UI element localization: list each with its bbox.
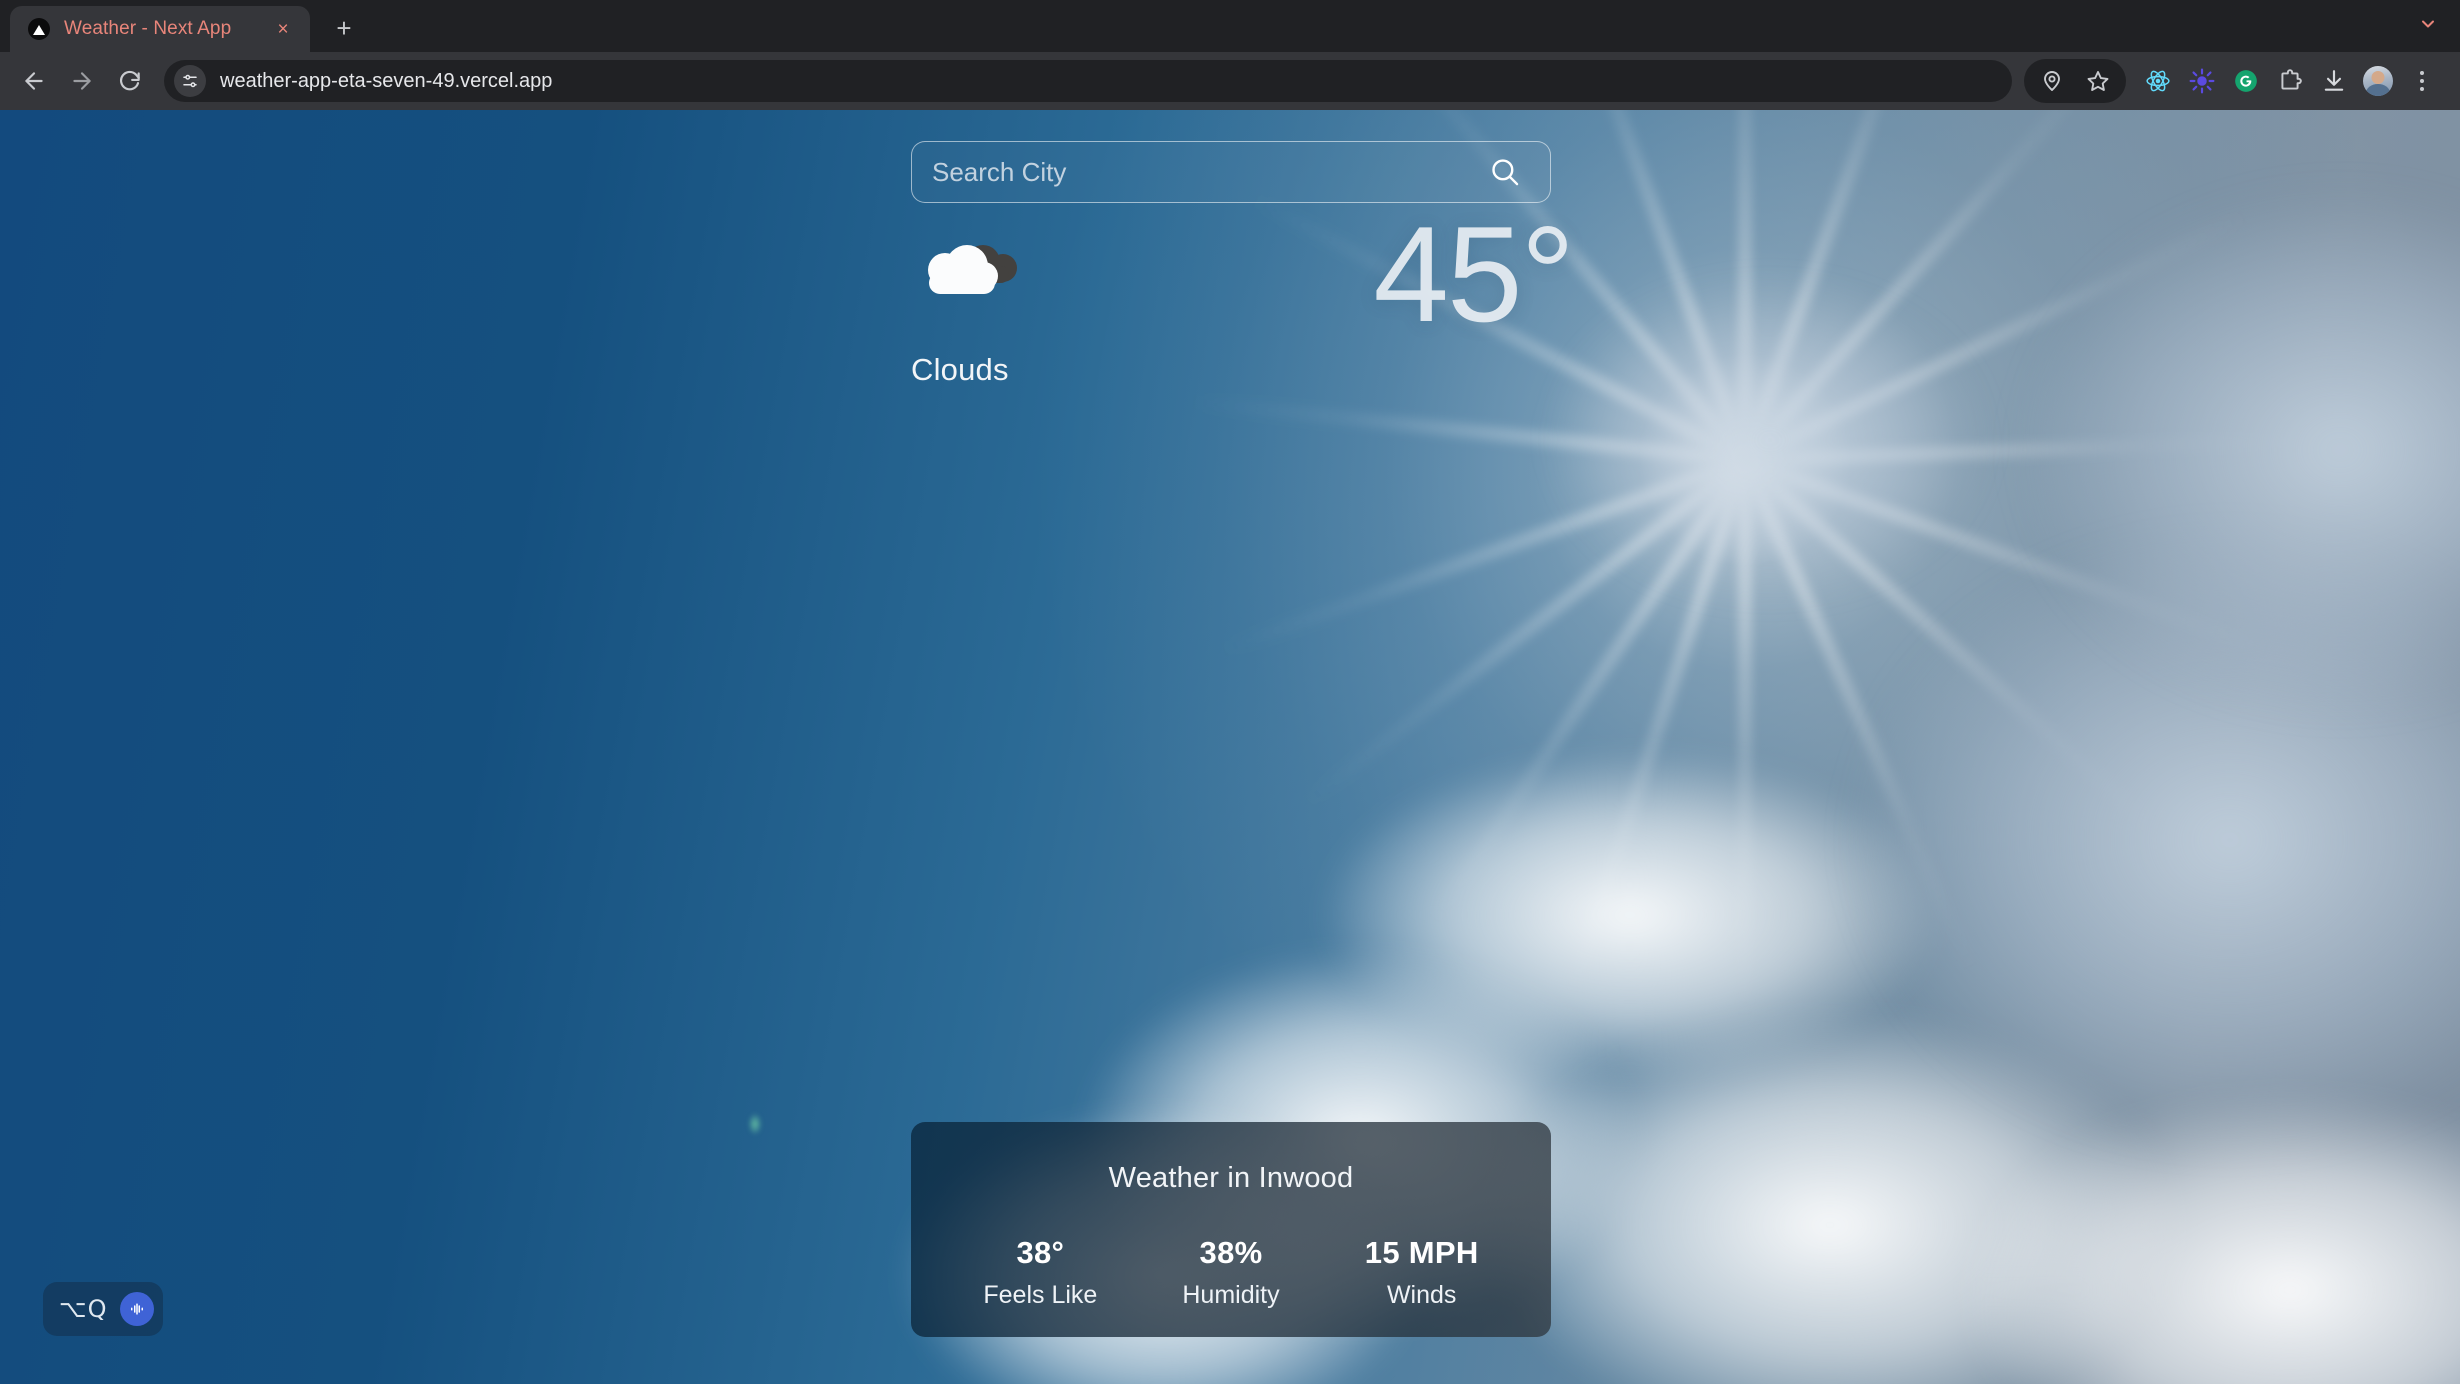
tab-strip: Weather - Next App × + (0, 0, 2460, 52)
close-icon[interactable]: × (270, 16, 296, 42)
stat-label: Winds (1386, 1281, 1457, 1309)
kebab-menu-icon[interactable] (2400, 59, 2444, 103)
weather-info-card: Weather in Inwood 38° Feels Like 38% Hum… (911, 1122, 1551, 1337)
new-tab-button[interactable]: + (324, 8, 364, 48)
stat-winds: 15 MPH Winds (1326, 1235, 1517, 1310)
condition-block: Clouds (911, 238, 1191, 388)
assistant-shortcut-label: ⌥Q (59, 1295, 108, 1323)
card-title: Weather in Inwood (1108, 1162, 1354, 1194)
broken-clouds-icon (911, 238, 1031, 316)
download-icon[interactable] (2312, 59, 2356, 103)
assistant-widget[interactable]: ⌥Q (43, 1282, 163, 1336)
back-arrow-icon[interactable] (10, 57, 58, 105)
forward-arrow-icon[interactable] (58, 57, 106, 105)
stat-humidity: 38% Humidity (1136, 1235, 1327, 1310)
purple-gear-icon[interactable] (2180, 59, 2224, 103)
tab-weather-next-app[interactable]: Weather - Next App × (10, 6, 310, 52)
page-viewport: Clouds 45° Weather in Inwood 38° Feels L… (0, 110, 2460, 1384)
condition-label: Clouds (911, 352, 1009, 387)
search-city-bar[interactable] (911, 141, 1551, 203)
tab-title: Weather - Next App (64, 18, 232, 39)
search-input[interactable] (932, 156, 1482, 188)
stat-value: 38% (1199, 1235, 1263, 1270)
stat-value: 38° (1016, 1235, 1065, 1270)
bookmark-star-icon[interactable] (2076, 59, 2120, 103)
voice-waveform-icon[interactable] (119, 1292, 154, 1326)
search-icon[interactable] (1482, 149, 1528, 195)
address-bar[interactable]: weather-app-eta-seven-49.vercel.app (164, 60, 2012, 102)
current-conditions: Clouds 45° (911, 206, 1575, 430)
location-pin-icon[interactable] (2030, 59, 2074, 103)
avatar[interactable] (2356, 59, 2400, 103)
tune-sliders-icon[interactable] (174, 65, 206, 97)
url-text: weather-app-eta-seven-49.vercel.app (220, 69, 553, 92)
react-devtools-icon[interactable] (2136, 59, 2180, 103)
vercel-triangle-icon (28, 18, 50, 40)
stat-value: 15 MPH (1364, 1235, 1479, 1270)
stat-label: Humidity (1182, 1281, 1280, 1309)
puzzle-extensions-icon[interactable] (2268, 59, 2312, 103)
stats-row: 38° Feels Like 38% Humidity 15 MPH Winds (945, 1235, 1517, 1310)
omnibox-actions (2024, 59, 2126, 103)
temperature-value: 45° (1373, 198, 1575, 350)
grammarly-icon[interactable] (2224, 59, 2268, 103)
chevron-down-icon[interactable] (2410, 8, 2446, 40)
weather-app: Clouds 45° Weather in Inwood 38° Feels L… (0, 110, 2460, 1384)
browser-window: Weather - Next App × + weather-app-eta-s… (0, 0, 2460, 1384)
reload-icon[interactable] (106, 57, 154, 105)
stat-feels-like: 38° Feels Like (945, 1235, 1136, 1310)
stat-label: Feels Like (983, 1281, 1098, 1309)
browser-toolbar: weather-app-eta-seven-49.vercel.app (0, 52, 2460, 110)
